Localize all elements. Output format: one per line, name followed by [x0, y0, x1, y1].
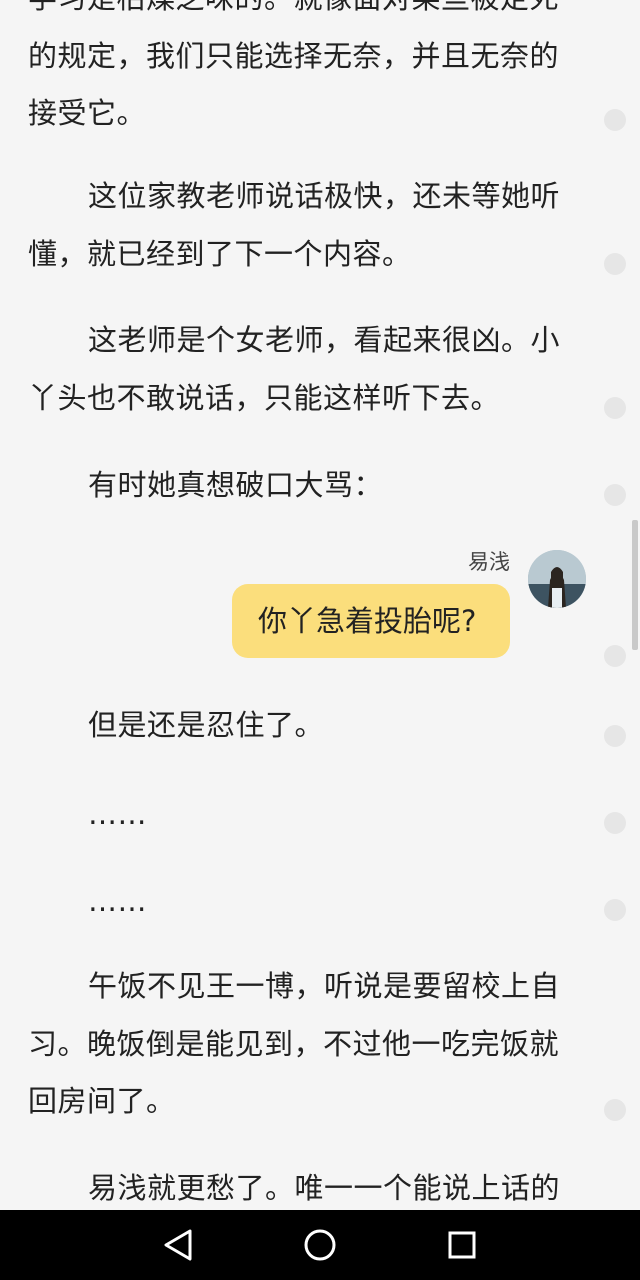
paragraph: ……	[28, 786, 583, 844]
paragraph-text: ……	[88, 797, 147, 831]
recents-square-icon	[448, 1231, 476, 1259]
home-button[interactable]	[290, 1224, 350, 1266]
reader-viewport[interactable]: 学习是枯燥乏味的。就像面对某些被定死的规定，我们只能选择无奈，并且无奈的接受它。…	[0, 0, 640, 1210]
comment-marker-icon[interactable]	[604, 109, 626, 131]
avatar-image	[528, 550, 586, 608]
paragraph-text: 这老师是个女老师，看起来很凶。小丫头也不敢说话，只能这样听下去。	[28, 323, 561, 415]
paragraph-text: ……	[88, 884, 147, 918]
recents-button[interactable]	[432, 1224, 492, 1266]
comment-marker-icon[interactable]	[604, 899, 626, 921]
dialog-bubble: 你丫急着投胎呢?	[232, 584, 510, 658]
comment-marker-icon[interactable]	[604, 645, 626, 667]
paragraph: 但是还是忍住了。	[28, 697, 583, 755]
comment-marker-icon[interactable]	[604, 812, 626, 834]
chapter-content: 学习是枯燥乏味的。就像面对某些被定死的规定，我们只能选择无奈，并且无奈的接受它。…	[0, 0, 640, 1210]
paragraph-text: 学习是枯燥乏味的。就像面对某些被定死的规定，我们只能选择无奈，并且无奈的接受它。	[28, 0, 560, 130]
paragraph-text: 有时她真想破口大骂：	[88, 468, 384, 502]
dialog-speaker-name: 易浅	[468, 550, 510, 574]
comment-marker-icon[interactable]	[604, 725, 626, 747]
paragraph: 这老师是个女老师，看起来很凶。小丫头也不敢说话，只能这样听下去。	[28, 312, 583, 427]
paragraph: 有时她真想破口大骂：	[28, 457, 583, 515]
comment-marker-icon[interactable]	[604, 484, 626, 506]
paragraph-text: 易浅就更愁了。唯一一个能说上话的	[88, 1171, 561, 1205]
paragraph: 这位家教老师说话极快，还未等她听懂，就已经到了下一个内容。	[28, 168, 583, 283]
home-circle-icon	[304, 1229, 336, 1261]
paragraph: 易浅就更愁了。唯一一个能说上话的	[28, 1160, 583, 1210]
paragraph-text: 这位家教老师说话极快，还未等她听懂，就已经到了下一个内容。	[28, 179, 561, 271]
comment-marker-icon[interactable]	[604, 253, 626, 275]
scrollbar-thumb[interactable]	[632, 520, 638, 650]
back-button[interactable]	[148, 1224, 208, 1266]
comment-marker-icon[interactable]	[604, 1099, 626, 1121]
paragraph: ……	[28, 873, 583, 931]
comment-marker-icon[interactable]	[604, 397, 626, 419]
speaker-avatar[interactable]	[528, 550, 586, 608]
system-navigation-bar	[0, 1210, 640, 1280]
paragraph: 学习是枯燥乏味的。就像面对某些被定死的规定，我们只能选择无奈，并且无奈的接受它。	[28, 0, 583, 143]
back-triangle-icon	[164, 1229, 192, 1261]
paragraph: 午饭不见王一博，听说是要留校上自习。晚饭倒是能见到，不过他一吃完饭就回房间了。	[28, 958, 583, 1131]
paragraph-text: 但是还是忍住了。	[88, 708, 325, 742]
paragraph-text: 午饭不见王一博，听说是要留校上自习。晚饭倒是能见到，不过他一吃完饭就回房间了。	[28, 969, 561, 1118]
